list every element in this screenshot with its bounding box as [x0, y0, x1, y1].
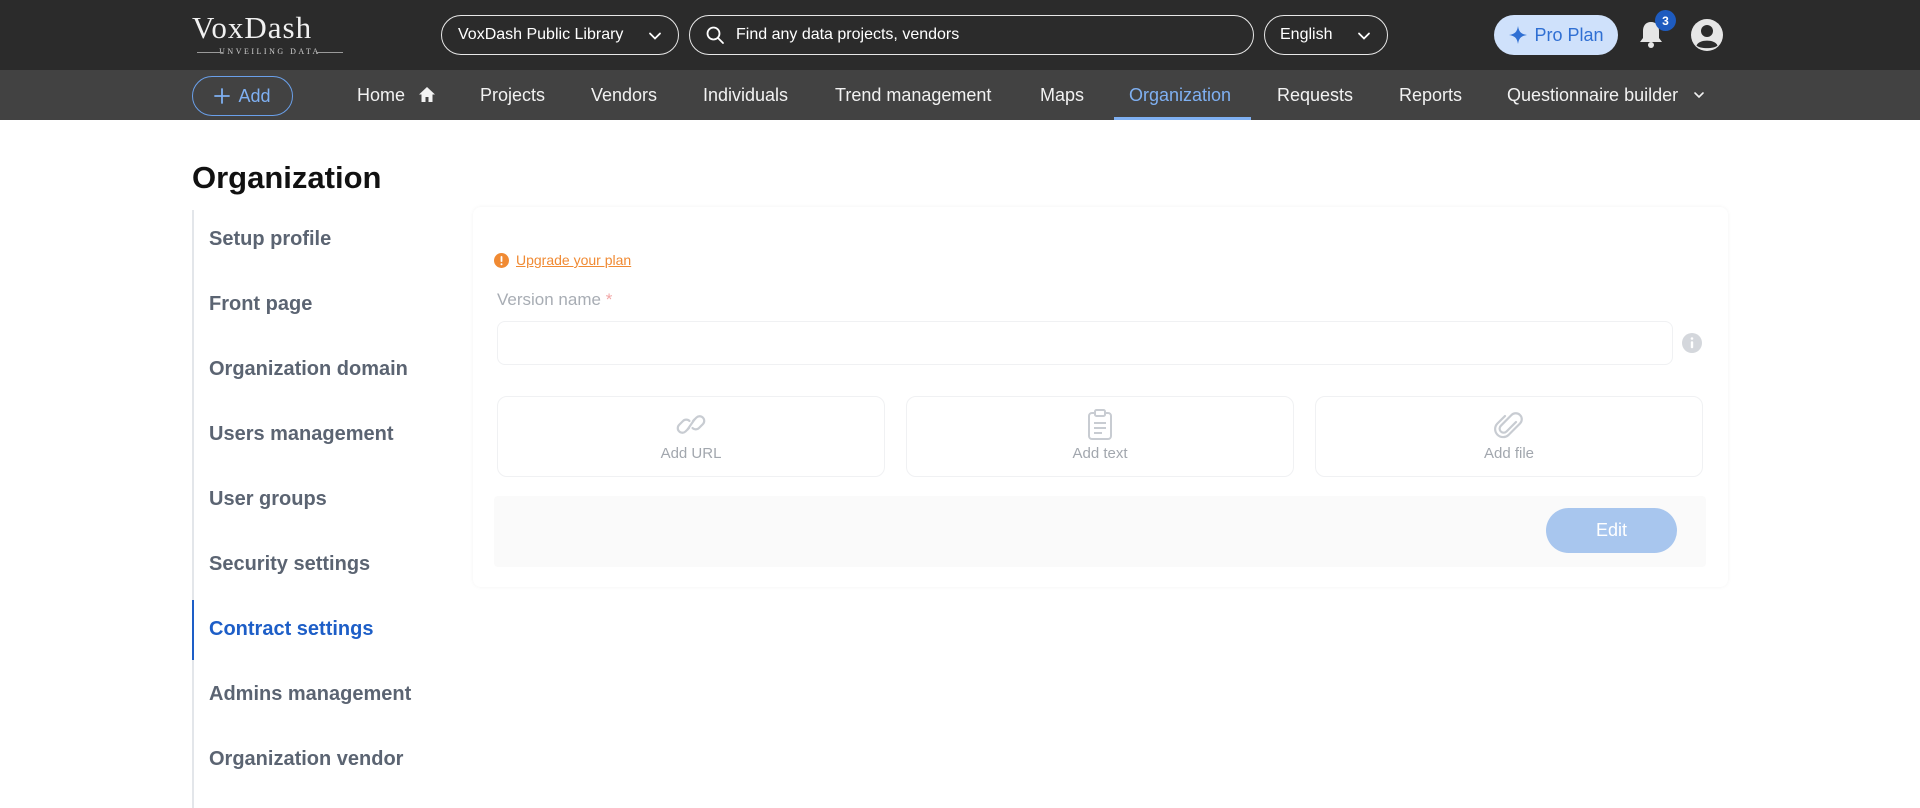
edit-button[interactable]: Edit	[1546, 508, 1677, 553]
nav-item-label: Maps	[1040, 85, 1085, 105]
sidebar-item-admins-management[interactable]: Admins management	[209, 683, 411, 706]
sidebar-item-users-management[interactable]: Users management	[209, 423, 394, 446]
clipboard-icon	[1088, 409, 1112, 440]
logo-tagline: UNVEILING DATA	[192, 47, 348, 56]
link-icon	[676, 415, 706, 434]
search-input[interactable]: Find any data projects, vendors	[689, 15, 1254, 55]
sidebar-active-indicator	[192, 600, 194, 660]
home-icon	[419, 87, 436, 102]
library-select-value: VoxDash Public Library	[458, 26, 624, 43]
info-icon[interactable]	[1682, 333, 1702, 353]
nav-item-reports[interactable]: Reports	[1399, 70, 1462, 120]
nav-item-questionnaire-builder[interactable]: Questionnaire builder	[1507, 70, 1705, 120]
chevron-down-icon	[1694, 92, 1704, 99]
user-avatar-icon[interactable]	[1690, 18, 1724, 52]
chevron-down-icon	[1358, 32, 1370, 40]
sidebar-item-organization-domain[interactable]: Organization domain	[209, 358, 408, 381]
sidebar-item-security-settings[interactable]: Security settings	[209, 553, 370, 576]
nav-item-individuals[interactable]: Individuals	[703, 70, 788, 120]
logo[interactable]: VoxDash UNVEILING DATA	[192, 12, 348, 58]
notification-badge: 3	[1655, 10, 1676, 31]
paperclip-icon	[1494, 412, 1523, 439]
nav-item-label: Vendors	[591, 85, 658, 105]
nav-item-vendors[interactable]: Vendors	[591, 70, 657, 120]
top-bar: VoxDash UNVEILING DATA VoxDash Public Li…	[0, 0, 1920, 70]
pro-plan-label: Pro Plan	[1534, 24, 1604, 45]
page-title: Organization	[192, 160, 382, 195]
sidebar-item-front-page[interactable]: Front page	[209, 293, 312, 316]
add-url-button[interactable]: Add URL	[497, 396, 885, 477]
sidebar-item-organization-vendor[interactable]: Organization vendor	[209, 748, 403, 771]
language-value: English	[1280, 26, 1333, 43]
version-name-label-text: Version name	[497, 290, 601, 309]
nav-item-home[interactable]: Home	[357, 70, 436, 120]
nav-item-label: Home	[357, 85, 406, 105]
nav-item-label: Requests	[1277, 85, 1354, 105]
add-text-button[interactable]: Add text	[906, 396, 1294, 477]
nav-item-maps[interactable]: Maps	[1040, 70, 1084, 120]
add-file-label: Add file	[1483, 445, 1535, 462]
add-file-button[interactable]: Add file	[1315, 396, 1703, 477]
nav-item-trend-management[interactable]: Trend management	[835, 70, 991, 120]
version-name-label: Version name *	[497, 290, 612, 310]
language-select[interactable]: English	[1264, 15, 1388, 55]
chevron-down-icon	[649, 32, 661, 40]
sidebar-track	[192, 210, 194, 808]
form-footer	[494, 496, 1706, 567]
plus-icon	[214, 88, 231, 104]
nav-bar: Add Home Projects Vendors Individuals Tr…	[0, 70, 1920, 120]
nav-item-label: Organization	[1129, 85, 1232, 105]
nav-item-label: Questionnaire builder	[1507, 85, 1679, 105]
add-button-label: Add	[238, 85, 271, 106]
nav-item-label: Individuals	[703, 85, 789, 105]
nav-item-requests[interactable]: Requests	[1277, 70, 1353, 120]
add-text-label: Add text	[1072, 445, 1128, 462]
sidebar-item-user-groups[interactable]: User groups	[209, 488, 327, 511]
search-icon	[706, 26, 724, 44]
logo-text: VoxDash	[192, 10, 313, 45]
warning-icon	[494, 252, 509, 268]
sparkle-icon	[1509, 26, 1528, 44]
nav-item-organization[interactable]: Organization	[1129, 70, 1231, 120]
nav-active-indicator	[1114, 117, 1251, 120]
pro-plan-button[interactable]: Pro Plan	[1494, 15, 1618, 55]
upgrade-plan-link[interactable]: Upgrade your plan	[516, 252, 631, 268]
add-url-label: Add URL	[660, 445, 722, 462]
version-name-input[interactable]	[497, 321, 1673, 365]
upgrade-notice: Upgrade your plan	[494, 252, 631, 268]
nav-item-label: Projects	[480, 85, 546, 105]
required-mark: *	[605, 290, 613, 309]
nav-item-projects[interactable]: Projects	[480, 70, 545, 120]
search-placeholder: Find any data projects, vendors	[736, 26, 960, 43]
nav-item-label: Reports	[1399, 85, 1463, 105]
add-button[interactable]: Add	[192, 76, 293, 116]
library-select[interactable]: VoxDash Public Library	[441, 15, 679, 55]
sidebar-item-contract-settings[interactable]: Contract settings	[209, 618, 373, 641]
nav-item-label: Trend management	[835, 85, 992, 105]
sidebar-item-setup-profile[interactable]: Setup profile	[209, 228, 331, 251]
